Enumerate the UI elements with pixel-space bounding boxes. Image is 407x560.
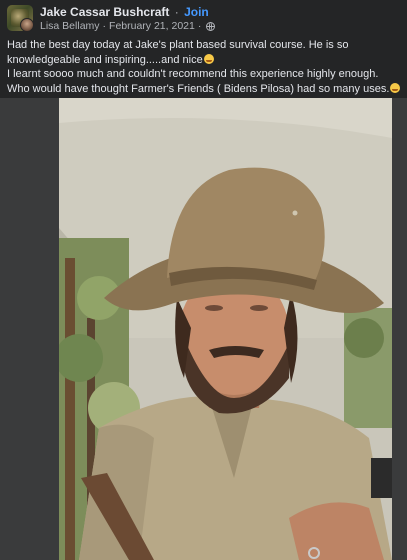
post-text-line: I learnt soooo much and couldn't recomme… (7, 68, 379, 80)
post-body-text: Had the best day today at Jake's plant b… (7, 38, 403, 96)
globe-icon (206, 21, 216, 31)
separator-dot: · (102, 20, 107, 32)
author-name[interactable]: Lisa Bellamy (40, 20, 100, 32)
smiling-face-emoji-icon (390, 82, 401, 93)
post-text-line: Had the best day today at Jake's plant b… (7, 39, 349, 66)
post-title-row: Jake Cassar Bushcraft · Join (40, 5, 209, 19)
post-photo[interactable] (59, 98, 392, 560)
separator-dot: · (174, 5, 179, 19)
group-name-link[interactable]: Jake Cassar Bushcraft (40, 5, 169, 19)
post-meta: Lisa Bellamy · February 21, 2021 · (40, 20, 216, 32)
join-button[interactable]: Join (184, 5, 209, 19)
post-photo-container[interactable] (0, 98, 407, 560)
post-header: Jake Cassar Bushcraft · Join Lisa Bellam… (0, 0, 407, 36)
smiling-face-emoji-icon (203, 53, 214, 64)
post-date[interactable]: February 21, 2021 (109, 20, 195, 32)
photo-man-in-bush-hat (59, 98, 392, 560)
post-text-line: Who would have thought Farmer's Friends … (7, 82, 403, 97)
separator-dot: · (197, 20, 202, 32)
user-avatar[interactable] (20, 18, 34, 32)
